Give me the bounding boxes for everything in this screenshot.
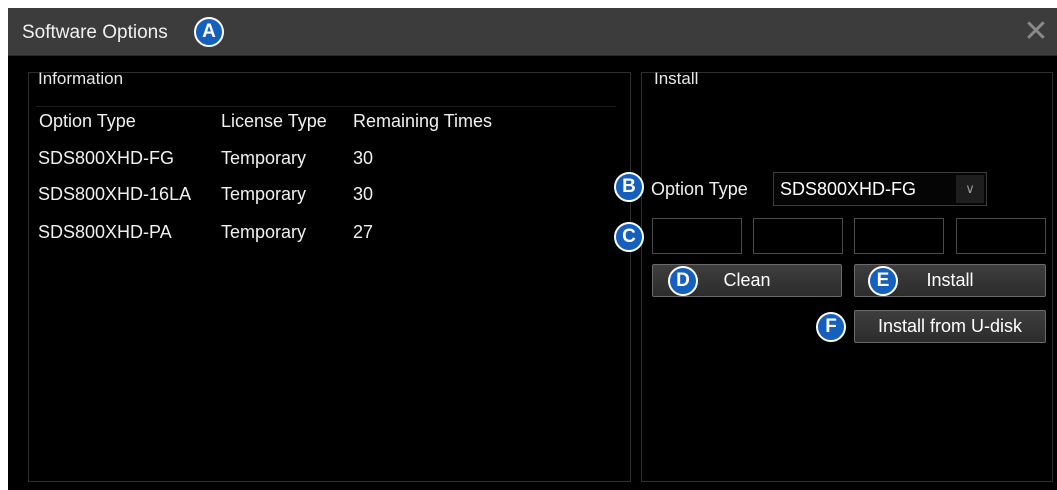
callout-b-badge: B [614, 172, 644, 202]
callout-a-badge: A [194, 17, 224, 47]
option-type-cell: SDS800XHD-FG [38, 148, 175, 168]
remaining-times-cell: 30 [353, 148, 374, 168]
option-type-selected-value: SDS800XHD-FG [780, 179, 917, 199]
information-label: Information [38, 69, 124, 88]
remaining-times-cell: 27 [353, 222, 374, 242]
license-key-field-3[interactable] [854, 218, 944, 254]
install-from-udisk-button[interactable]: Install from U-disk [854, 310, 1046, 343]
dialog-title: Software Options [22, 22, 168, 43]
option-type-label: Option Type [651, 179, 748, 199]
license-type-cell: Temporary [221, 148, 307, 168]
information-panel [28, 72, 631, 482]
chevron-down-icon[interactable]: ∨ [956, 175, 984, 203]
install-label: Install [654, 69, 699, 88]
option-type-cell: SDS800XHD-PA [38, 222, 172, 242]
column-header-remaining-times: Remaining Times [353, 111, 493, 131]
license-key-field-4[interactable] [956, 218, 1046, 254]
license-key-field-1[interactable] [652, 218, 742, 254]
option-type-select[interactable]: SDS800XHD-FG ∨ [773, 172, 987, 206]
remaining-times-cell: 30 [353, 184, 374, 204]
license-key-field-2[interactable] [753, 218, 843, 254]
callout-c-badge: C [614, 222, 644, 252]
title-bar: Software Options A ✕ [8, 8, 1057, 56]
license-type-cell: Temporary [221, 184, 307, 204]
column-header-option-type: Option Type [39, 111, 136, 131]
license-type-cell: Temporary [221, 222, 307, 242]
callout-d-badge: D [668, 266, 698, 296]
callout-e-badge: E [868, 266, 898, 296]
close-icon[interactable]: ✕ [1021, 17, 1051, 47]
callout-f-badge: F [816, 312, 846, 342]
software-options-dialog: Software Options A ✕ Information Option … [8, 8, 1057, 490]
column-header-license-type: License Type [221, 111, 327, 131]
divider [36, 106, 616, 107]
option-type-cell: SDS800XHD-16LA [38, 184, 192, 204]
